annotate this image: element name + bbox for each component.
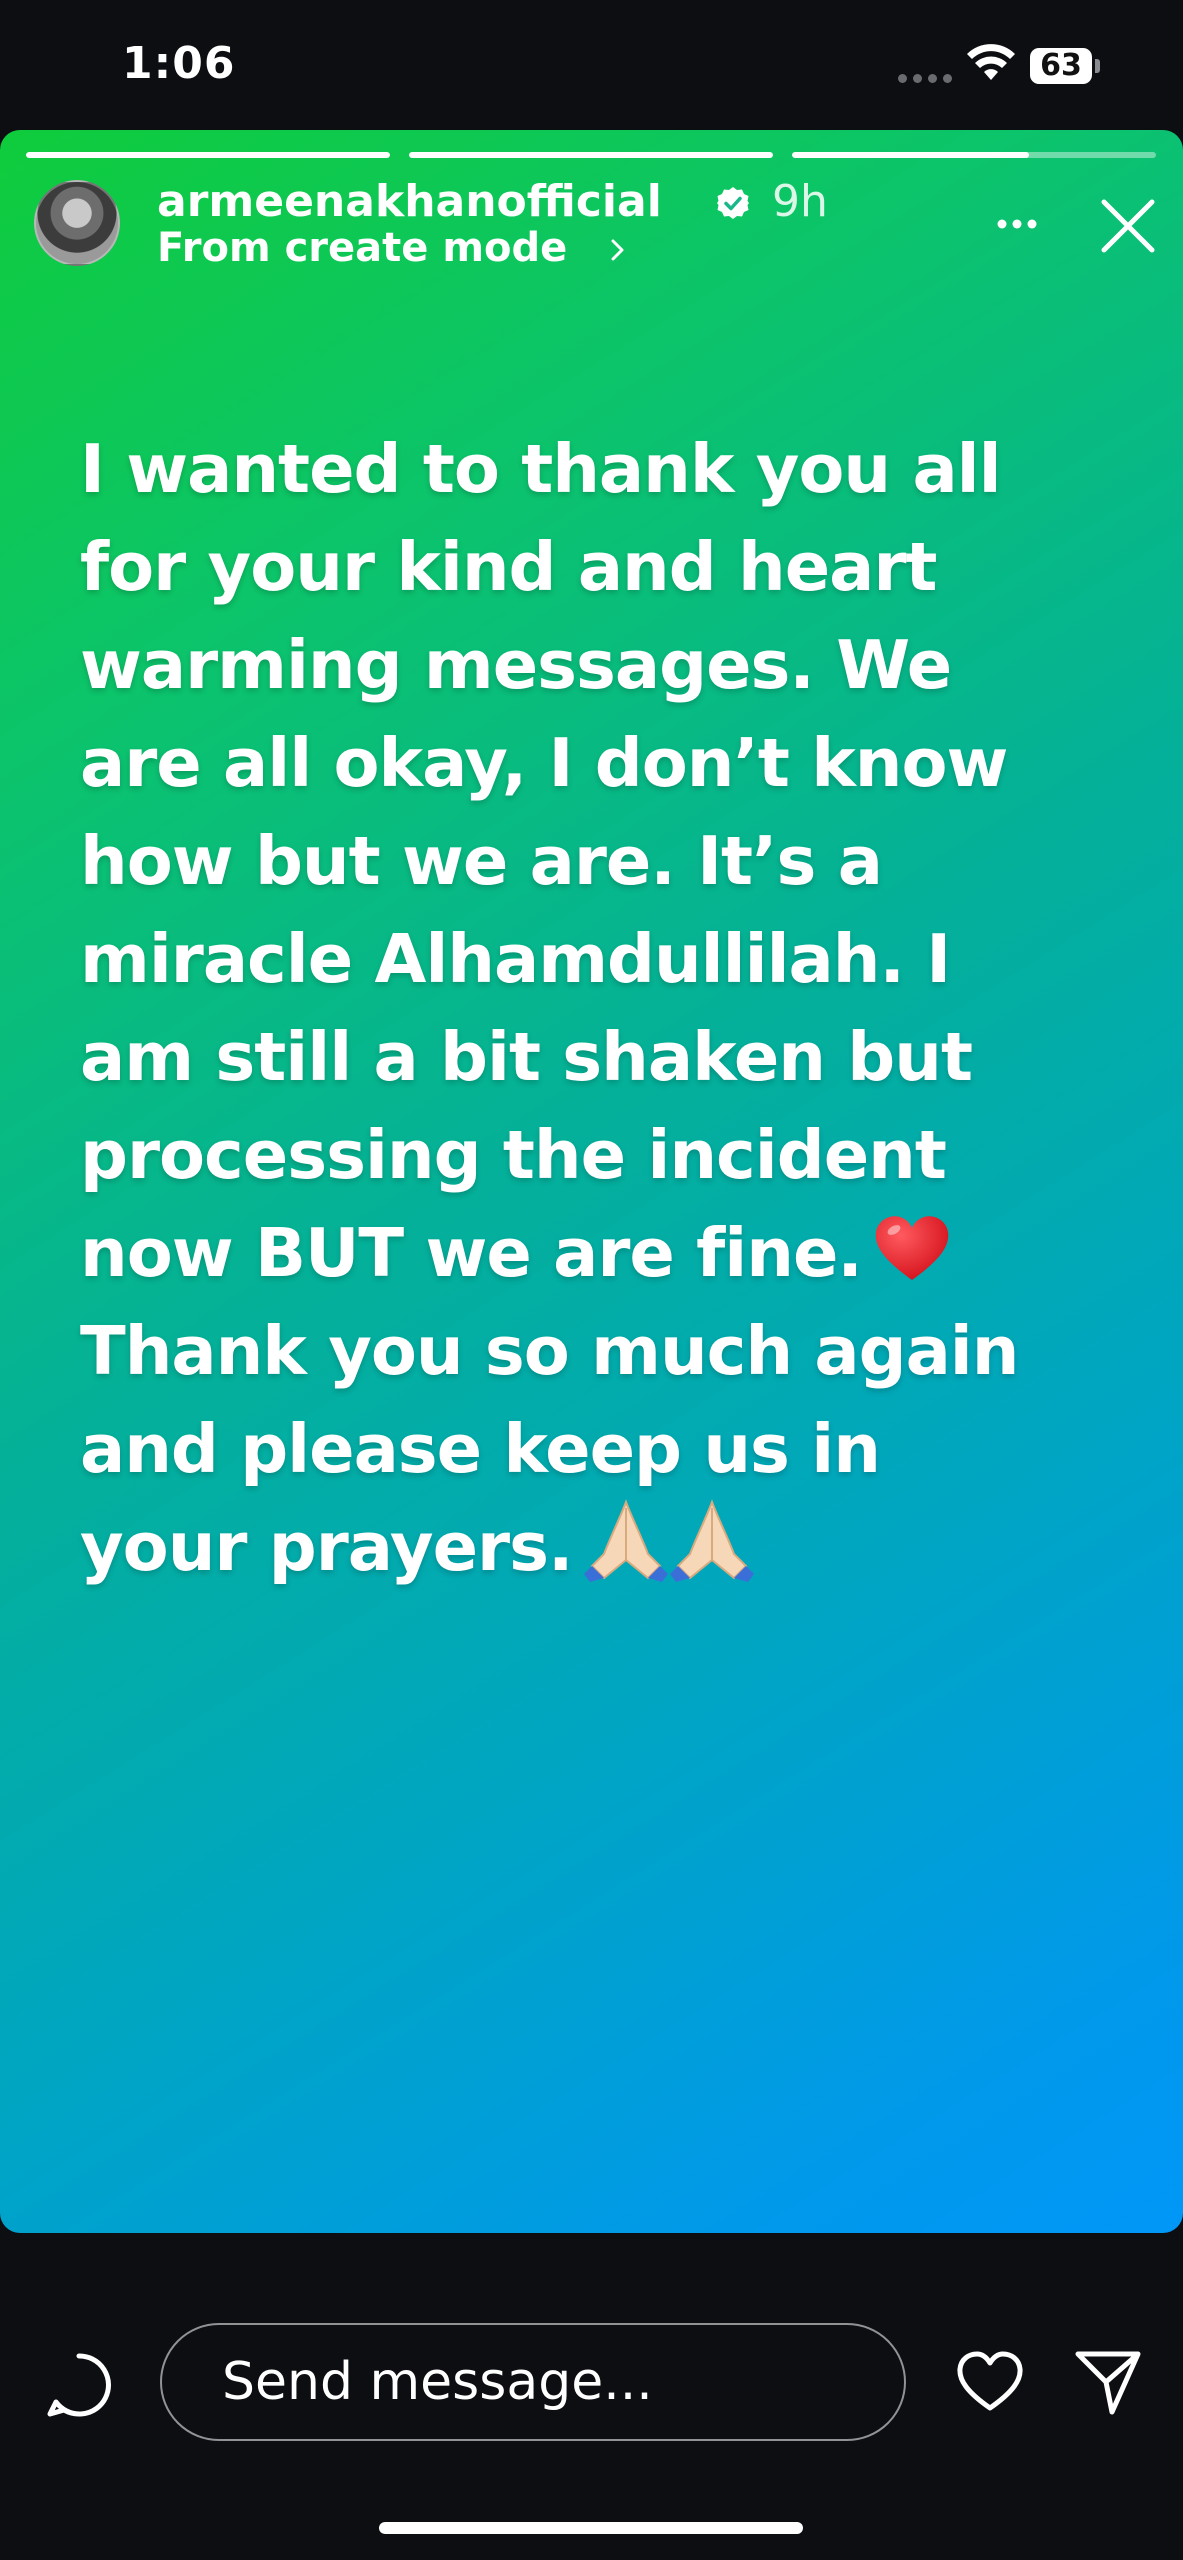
comment-icon[interactable] bbox=[44, 2350, 114, 2420]
story-text-line: am still a bit shaken but bbox=[80, 1018, 973, 1096]
story-text-line: and please keep us in bbox=[80, 1410, 881, 1488]
progress-segment-1 bbox=[26, 152, 390, 158]
like-heart-icon[interactable] bbox=[955, 2350, 1025, 2414]
story-text-line: are all okay, I don’t know bbox=[80, 724, 1008, 802]
close-icon[interactable] bbox=[1098, 196, 1158, 256]
more-options-icon[interactable] bbox=[996, 218, 1038, 230]
send-message-input[interactable]: Send message... bbox=[160, 2323, 906, 2441]
wifi-icon bbox=[967, 44, 1015, 80]
story-text-line-with-prayer: your prayers. bbox=[80, 1498, 1120, 1596]
cellular-signal-icon bbox=[898, 74, 954, 84]
battery-tip bbox=[1095, 59, 1100, 73]
story-text-line: miracle Alhamdullilah. I bbox=[80, 920, 951, 998]
story-card[interactable]: armeenakhanofficial 9h From create mode … bbox=[0, 130, 1183, 2233]
story-text-line: warming messages. We bbox=[80, 626, 952, 704]
status-time: 1:06 bbox=[122, 38, 236, 89]
message-placeholder: Send message... bbox=[222, 2352, 653, 2412]
create-mode-link[interactable]: From create mode bbox=[157, 222, 567, 274]
story-text-line: your prayers. bbox=[80, 1508, 573, 1586]
story-text-line-with-heart: now BUT we are fine. bbox=[80, 1204, 1120, 1302]
progress-segment-2 bbox=[409, 152, 773, 158]
send-direct-icon[interactable] bbox=[1072, 2346, 1144, 2418]
story-text-line: now BUT we are fine. bbox=[80, 1214, 863, 1292]
story-text-line: for your kind and heart bbox=[80, 528, 937, 606]
battery-level: 63 bbox=[1030, 48, 1092, 84]
folded-hands-emoji-icon bbox=[584, 1499, 755, 1582]
battery-indicator: 63 bbox=[1030, 48, 1100, 84]
avatar[interactable] bbox=[34, 180, 120, 266]
progress-segment-3 bbox=[792, 152, 1156, 158]
red-heart-emoji-icon bbox=[875, 1216, 949, 1280]
story-progress-bars bbox=[26, 152, 1156, 158]
status-bar: 1:06 63 bbox=[0, 0, 1183, 130]
story-text: I wanted to thank you all for your kind … bbox=[80, 420, 1120, 1596]
home-indicator bbox=[379, 2522, 803, 2534]
story-time-ago: 9h bbox=[772, 176, 828, 227]
verified-badge-icon bbox=[717, 187, 749, 219]
story-text-line: I wanted to thank you all bbox=[80, 430, 1002, 508]
story-text-line: how but we are. It’s a bbox=[80, 822, 883, 900]
chevron-right-icon bbox=[611, 239, 624, 261]
instagram-story-screen: 1:06 63 armeenakhanofficial 9h From crea… bbox=[0, 0, 1183, 2560]
story-text-line: Thank you so much again bbox=[80, 1312, 1019, 1390]
story-text-line: processing the incident bbox=[80, 1116, 947, 1194]
